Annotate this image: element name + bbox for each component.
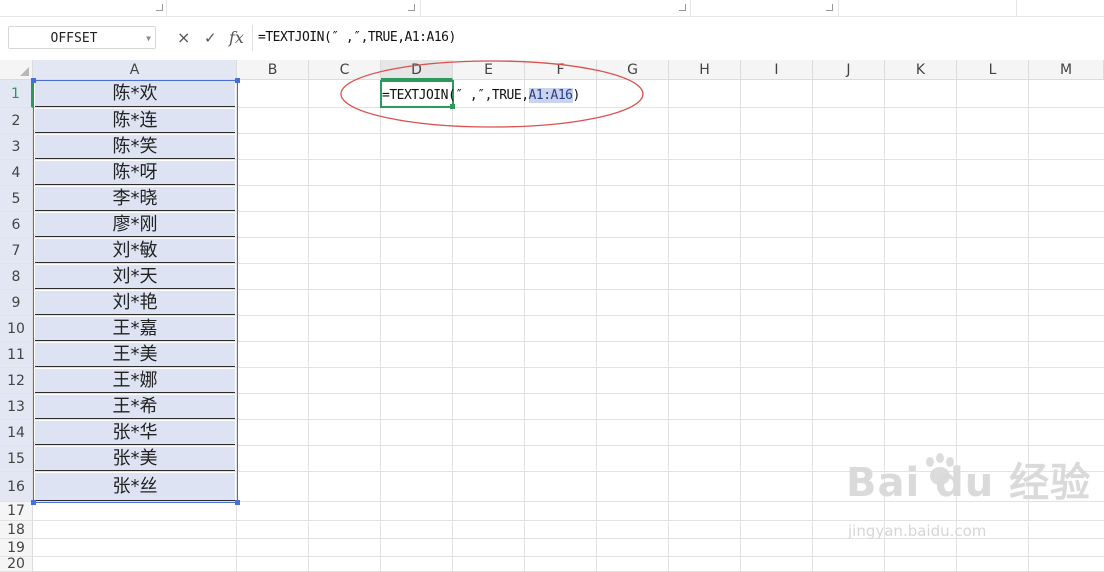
- chevron-down-icon[interactable]: ▼: [146, 27, 151, 50]
- row-gridline: [33, 185, 1104, 186]
- cell-a1[interactable]: 陈*欢: [35, 81, 235, 107]
- row-gridline: [33, 419, 1104, 420]
- column-gridline: [524, 80, 525, 572]
- watermark-url: jingyan.baidu.com: [848, 522, 987, 540]
- name-box[interactable]: OFFSET ▼: [8, 26, 156, 49]
- row-header-18[interactable]: 18: [0, 521, 33, 539]
- toolbar-divider: [166, 0, 167, 16]
- row-gridline: [33, 263, 1104, 264]
- row-gridline: [33, 393, 1104, 394]
- formula-bar: OFFSET ▼ × ✓ fx =TEXTJOIN(″ ,″,TRUE,A1:A…: [0, 17, 1104, 60]
- insert-function-icon[interactable]: fx: [229, 26, 244, 50]
- cell-a15[interactable]: 张*美: [35, 447, 235, 471]
- column-header-a[interactable]: A: [33, 60, 237, 80]
- row-gridline: [33, 445, 1104, 446]
- group-launcher-icon[interactable]: [679, 4, 686, 11]
- row-gridline: [33, 341, 1104, 342]
- column-header-j[interactable]: J: [813, 60, 885, 80]
- column-header-i[interactable]: I: [741, 60, 813, 80]
- column-gridline: [452, 80, 453, 572]
- cell-a8[interactable]: 刘*天: [35, 265, 235, 289]
- row-gridline: [33, 520, 1104, 521]
- highlight-ellipse: [340, 60, 644, 128]
- column-gridline: [596, 80, 597, 572]
- select-all-corner[interactable]: [0, 60, 33, 80]
- cell-a5[interactable]: 李*晓: [35, 187, 235, 211]
- row-header-6[interactable]: 6: [0, 212, 33, 238]
- row-header-3[interactable]: 3: [0, 134, 33, 160]
- group-launcher-icon[interactable]: [826, 4, 833, 11]
- row-header-14[interactable]: 14: [0, 420, 33, 446]
- cell-a13[interactable]: 王*希: [35, 395, 235, 419]
- cell-a16[interactable]: 张*丝: [35, 473, 235, 501]
- row-header-20[interactable]: 20: [0, 557, 33, 572]
- row-header-16[interactable]: 16: [0, 472, 33, 502]
- toolbar-strip: [0, 0, 1104, 17]
- cell-a4[interactable]: 陈*呀: [35, 161, 235, 185]
- formula-bar-divider: [252, 25, 253, 51]
- row-header-19[interactable]: 19: [0, 539, 33, 557]
- row-header-13[interactable]: 13: [0, 394, 33, 420]
- row-header-15[interactable]: 15: [0, 446, 33, 472]
- column-header-h[interactable]: H: [669, 60, 741, 80]
- watermark-main: Bai du 经验: [846, 460, 1092, 506]
- row-header-9[interactable]: 9: [0, 290, 33, 316]
- row-gridline: [33, 289, 1104, 290]
- cell-a2[interactable]: 陈*连: [35, 109, 235, 133]
- toolbar-divider: [690, 0, 691, 16]
- row-header-4[interactable]: 4: [0, 160, 33, 186]
- cell-a10[interactable]: 王*嘉: [35, 317, 235, 341]
- cell-a7[interactable]: 刘*敏: [35, 239, 235, 263]
- row-gridline: [33, 159, 1104, 160]
- row-header-5[interactable]: 5: [0, 186, 33, 212]
- formula-input[interactable]: =TEXTJOIN(″ ,″,TRUE,A1:A16): [258, 26, 456, 50]
- group-launcher-icon[interactable]: [408, 4, 415, 11]
- column-gridline: [740, 80, 741, 572]
- group-launcher-icon[interactable]: [156, 4, 163, 11]
- row-gridline: [33, 556, 1104, 557]
- cell-a12[interactable]: 王*娜: [35, 369, 235, 393]
- row-header-2[interactable]: 2: [0, 108, 33, 134]
- row-header-12[interactable]: 12: [0, 368, 33, 394]
- cell-a14[interactable]: 张*华: [35, 421, 235, 445]
- column-gridline: [236, 80, 237, 572]
- column-gridline: [380, 80, 381, 572]
- row-header-17[interactable]: 17: [0, 502, 33, 521]
- column-gridline: [668, 80, 669, 572]
- row-header-11[interactable]: 11: [0, 342, 33, 368]
- column-header-b[interactable]: B: [237, 60, 309, 80]
- row-gridline: [33, 315, 1104, 316]
- row-header-1[interactable]: 1: [0, 80, 33, 108]
- column-header-k[interactable]: K: [885, 60, 957, 80]
- cell-a11[interactable]: 王*美: [35, 343, 235, 367]
- row-header-10[interactable]: 10: [0, 316, 33, 342]
- row-gridline: [33, 237, 1104, 238]
- toolbar-divider: [420, 0, 421, 16]
- name-box-value: OFFSET: [50, 31, 98, 46]
- column-header-m[interactable]: M: [1029, 60, 1104, 80]
- enter-icon[interactable]: ✓: [204, 26, 217, 50]
- column-gridline: [812, 80, 813, 572]
- column-gridline: [308, 80, 309, 572]
- row-gridline: [33, 367, 1104, 368]
- cancel-icon[interactable]: ×: [177, 26, 190, 50]
- toolbar-divider: [1016, 0, 1017, 16]
- select-all-icon: [20, 67, 29, 76]
- row-header-8[interactable]: 8: [0, 264, 33, 290]
- cell-a9[interactable]: 刘*艳: [35, 291, 235, 315]
- cell-a6[interactable]: 廖*刚: [35, 213, 235, 237]
- annotation-ellipse: [340, 60, 644, 128]
- column-header-l[interactable]: L: [957, 60, 1029, 80]
- toolbar-divider: [838, 0, 839, 16]
- cell-a3[interactable]: 陈*笑: [35, 135, 235, 159]
- row-gridline: [33, 211, 1104, 212]
- row-header-7[interactable]: 7: [0, 238, 33, 264]
